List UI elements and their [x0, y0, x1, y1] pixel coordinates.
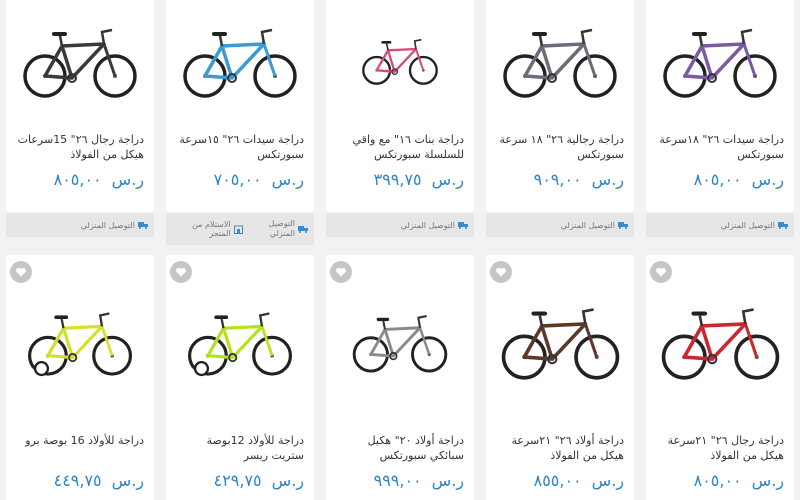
- product-card[interactable]: دراجة سيدات ٢٦" ١٥سرعة سبورتكس ر.س٧٠٥,٠٠…: [166, 0, 314, 245]
- delivery-options: التوصيل المنزلي: [6, 213, 154, 237]
- product-price: ر.س٧٠٥,٠٠: [213, 170, 304, 189]
- bicycle-image: [362, 38, 438, 85]
- product-card[interactable]: دراجة رجالية ٢٦" ١٨ سرعة سبورتكس ر.س٩٠٩,…: [486, 0, 634, 237]
- product-image[interactable]: [646, 255, 794, 421]
- product-card[interactable]: دراجة سيدات ٢٦" ١٨سرعة سبورتكس ر.س٨٠٥,٠٠…: [646, 0, 794, 237]
- product-title[interactable]: دراجة للأولاد 12بوصة ستريت ريسر: [166, 421, 314, 465]
- heart-icon[interactable]: [170, 261, 192, 283]
- product-title[interactable]: دراجة للأولاد 16 بوصة برو: [6, 421, 154, 465]
- delivery-options: التوصيل المنزلي: [326, 213, 474, 237]
- bicycle-image: [183, 28, 297, 98]
- product-price: ر.س٩٩٩,٠٠: [373, 471, 464, 490]
- bicycle-image: [503, 28, 617, 98]
- product-title[interactable]: دراجة سيدات ٢٦" ١٥سرعة سبورتكس: [166, 120, 314, 164]
- bicycle-image: [661, 308, 779, 380]
- bicycle-image: [501, 308, 619, 380]
- product-price: ر.س٨٠٥,٠٠: [693, 471, 784, 490]
- home-delivery-option: التوصيل المنزلي: [561, 221, 628, 230]
- product-title[interactable]: دراجة رجالية ٢٦" ١٨ سرعة سبورتكس: [486, 120, 634, 164]
- product-card[interactable]: دراجة أولاد ٢٠" هكيل سبائكي سبورتكس ر.س٩…: [326, 255, 474, 500]
- product-price: ر.س٨٠٥,٠٠: [53, 170, 144, 189]
- product-image[interactable]: [166, 255, 314, 421]
- product-image[interactable]: [166, 0, 314, 120]
- product-price: ر.س٩٠٩,٠٠: [533, 170, 624, 189]
- product-price: ر.س٤٢٩,٧٥: [213, 471, 304, 490]
- product-title[interactable]: دراجة رجال ٢٦" ٢١سرعة هيكل من الفولاذ: [646, 421, 794, 465]
- bicycle-image: [663, 28, 777, 98]
- product-price: ر.س٨٥٥,٠٠: [533, 471, 624, 490]
- bicycle-image: [187, 311, 293, 376]
- bicycle-image: [23, 28, 137, 98]
- product-title[interactable]: دراجة رجال ٢٦" 15سرعات هيكل من الفولاذ: [6, 120, 154, 164]
- home-delivery-option: التوصيل المنزلي: [721, 221, 788, 230]
- product-card[interactable]: دراجة للأولاد 16 بوصة برو ر.س٤٤٩,٧٥: [6, 255, 154, 500]
- product-price: ر.س٤٤٩,٧٥: [53, 471, 144, 490]
- product-title[interactable]: دراجة سيدات ٢٦" ١٨سرعة سبورتكس: [646, 120, 794, 164]
- product-card[interactable]: دراجة رجال ٢٦" 15سرعات هيكل من الفولاذ ر…: [6, 0, 154, 237]
- delivery-options: التوصيل المنزلي: [646, 213, 794, 237]
- product-title[interactable]: دراجة أولاد ٢٦" ٢١سرعة هيكل من الفولاذ: [486, 421, 634, 465]
- truck-icon: [138, 221, 148, 229]
- product-image[interactable]: [326, 255, 474, 421]
- heart-icon[interactable]: [10, 261, 32, 283]
- bicycle-image: [352, 314, 448, 373]
- truck-icon: [298, 225, 308, 233]
- product-image[interactable]: [646, 0, 794, 120]
- bicycle-image: [27, 311, 133, 376]
- product-card[interactable]: دراجة بنات ١٦" مع واقي للسلسلة سبورتكس ر…: [326, 0, 474, 237]
- heart-icon[interactable]: [490, 261, 512, 283]
- product-title[interactable]: دراجة أولاد ٢٠" هكيل سبائكي سبورتكس: [326, 421, 474, 465]
- heart-icon[interactable]: [650, 261, 672, 283]
- truck-icon: [778, 221, 788, 229]
- product-card[interactable]: دراجة أولاد ٢٦" ٢١سرعة هيكل من الفولاذ ر…: [486, 255, 634, 500]
- product-card[interactable]: دراجة رجال ٢٦" ٢١سرعة هيكل من الفولاذ ر.…: [646, 255, 794, 500]
- home-delivery-option: التوصيل المنزلي: [401, 221, 468, 230]
- product-image[interactable]: [6, 255, 154, 421]
- truck-icon: [618, 221, 628, 229]
- product-title[interactable]: دراجة بنات ١٦" مع واقي للسلسلة سبورتكس: [326, 120, 474, 164]
- product-image[interactable]: [486, 255, 634, 421]
- delivery-options: التوصيل المنزلي الاستلام من المتجر: [166, 213, 314, 245]
- product-image[interactable]: [6, 0, 154, 120]
- product-image[interactable]: [326, 0, 474, 120]
- product-card[interactable]: دراجة للأولاد 12بوصة ستريت ريسر ر.س٤٢٩,٧…: [166, 255, 314, 500]
- product-price: ر.س٣٩٩,٧٥: [373, 170, 464, 189]
- store-pickup-option: الاستلام من المتجر: [172, 220, 243, 238]
- product-price: ر.س٨٠٥,٠٠: [693, 170, 784, 189]
- home-delivery-option: التوصيل المنزلي: [81, 221, 148, 230]
- product-image[interactable]: [486, 0, 634, 120]
- store-icon: [234, 225, 243, 234]
- home-delivery-option: التوصيل المنزلي: [261, 219, 308, 239]
- truck-icon: [458, 221, 468, 229]
- heart-icon[interactable]: [330, 261, 352, 283]
- delivery-options: التوصيل المنزلي: [486, 213, 634, 237]
